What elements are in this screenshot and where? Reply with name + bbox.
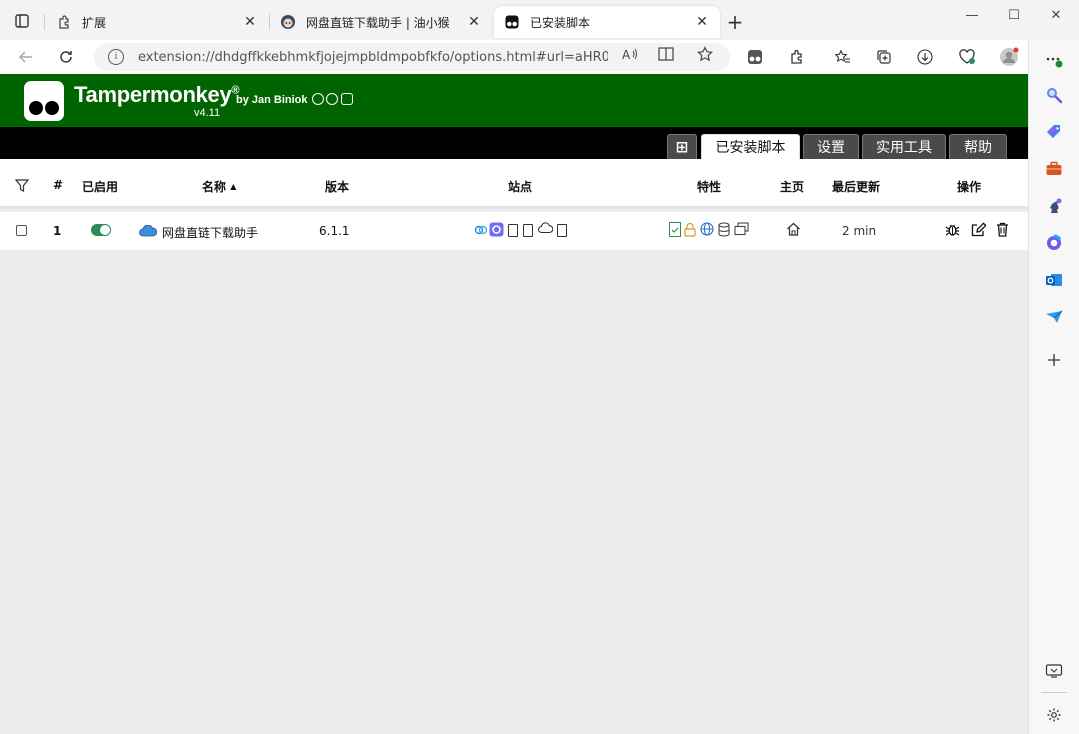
browser-tab-title: 已安装脚本 [530,15,591,30]
shopping-tag-icon[interactable] [1043,121,1065,143]
facebook-icon[interactable] [326,93,338,105]
tools-briefcase-icon[interactable] [1043,158,1065,180]
address-url[interactable]: extension://dhdgffkkebhmkfjojejmpbldmpob… [138,50,608,65]
baidu-pan-site-icon[interactable] [474,222,488,238]
tampermonkey-dashboard: Tampermonkey® by Jan Biniok v4.11 ⊞ 已安装脚… [0,74,1028,734]
column-header-actions: 操作 [957,180,982,194]
browser-essentials-icon[interactable] [955,45,979,69]
delete-trash-icon[interactable] [995,222,1009,238]
tab-installed-scripts[interactable]: 已安装脚本 [701,134,800,159]
immersive-reader-icon[interactable] [657,45,675,63]
instagram-icon[interactable] [341,93,353,105]
close-window-button[interactable]: ✕ [1036,8,1076,30]
grant-lock-feature-icon [683,222,697,238]
tab-actions-icon[interactable] [8,9,36,33]
browser-tab-youxiaohou[interactable]: 网盘直链下载助手 | 油小猴 ✕ [270,6,492,38]
extensions-icon[interactable] [785,45,809,69]
maximize-window-button[interactable]: ☐ [994,8,1034,30]
tab-help[interactable]: 帮助 [949,134,1007,159]
tampermonkey-logo [24,81,64,121]
sidebar-settings-gear-icon[interactable] [1043,704,1065,726]
profile-avatar-icon[interactable] [997,45,1021,69]
script-enabled-toggle[interactable] [91,224,111,236]
aliyun-drive-site-icon[interactable] [489,222,504,238]
outlook-icon[interactable] [1043,269,1065,291]
column-header-sites[interactable]: 站点 [508,178,532,195]
close-tab-icon[interactable]: ✕ [694,14,710,30]
extensions-icon [56,14,72,30]
github-icon[interactable] [312,93,324,105]
web-request-globe-icon [700,222,714,238]
cloud-drive-site-icon[interactable] [538,222,554,238]
close-tab-icon[interactable]: ✕ [466,14,482,30]
column-header-homepage[interactable]: 主页 [780,178,804,195]
site-document-icon[interactable] [523,224,533,237]
favorites-icon[interactable] [831,45,855,69]
svg-text:A: A [622,48,631,61]
games-chess-icon[interactable] [1043,195,1065,217]
browser-tab-extensions[interactable]: 扩展 ✕ [46,6,268,38]
column-header-features[interactable]: 特性 [697,178,721,195]
tab-utilities[interactable]: 实用工具 [862,134,946,159]
more-options-icon[interactable] [1043,50,1065,72]
scripts-table-header: # 已启用 名称 ▲ 版本 站点 特性 主页 最后更新 操作 [0,159,1028,208]
edge-sidebar [1028,40,1079,734]
read-aloud-icon[interactable]: A [621,45,639,63]
tab-settings[interactable]: 设置 [803,134,859,159]
collections-icon[interactable] [872,45,896,69]
browser-tab-strip: 扩展 ✕ 网盘直链下载助手 | 油小猴 ✕ 已安装脚本 ✕ + — ☐ ✕ [0,0,1079,40]
browser-tab-title: 扩展 [82,15,107,30]
search-icon[interactable] [1043,84,1065,106]
favorite-star-icon[interactable] [696,45,714,63]
sort-ascending-icon: ▲ [230,182,237,191]
table-row: 1 网盘直链下载助手 6.1.1 2 min [0,212,1028,250]
tampermonkey-tab-bar: ⊞ 已安装脚本 设置 实用工具 帮助 [0,127,1028,159]
column-header-number: # [53,178,64,192]
refresh-button[interactable] [52,44,80,70]
tab-add-script[interactable]: ⊞ [667,134,697,159]
close-tab-icon[interactable]: ✕ [242,14,258,30]
column-header-enabled[interactable]: 已启用 [82,178,118,195]
column-header-version[interactable]: 版本 [325,178,349,195]
tampermonkey-extension-icon[interactable] [743,45,767,69]
homepage-icon[interactable] [786,222,800,238]
drop-send-icon[interactable] [1043,306,1065,328]
tampermonkey-icon [504,14,520,30]
storage-database-icon [717,222,731,238]
site-document-icon[interactable] [557,224,567,237]
tampermonkey-author: by Jan Biniok [236,94,308,106]
column-header-name[interactable]: 名称 ▲ [202,178,236,195]
add-sidebar-app-icon[interactable] [1043,349,1065,371]
tampermonkey-header: Tampermonkey® by Jan Biniok v4.11 [0,74,1028,127]
column-header-last-updated[interactable]: 最后更新 [832,178,880,195]
downloads-icon[interactable] [913,45,937,69]
script-cloud-icon [139,224,158,240]
update-url-feature-icon [668,222,682,238]
edit-script-icon[interactable] [971,222,987,238]
minimize-window-button[interactable]: — [952,8,992,30]
sidebar-divider [1041,692,1067,693]
script-index: 1 [53,224,62,238]
browser-tab-title: 网盘直链下载助手 | 油小猴 [306,15,450,30]
browser-tab-installed-scripts[interactable]: 已安装脚本 ✕ [494,6,720,38]
script-name-link[interactable]: 网盘直链下载助手 [162,224,266,241]
tab-separator [44,14,45,30]
back-button[interactable] [12,44,40,70]
header-divider [0,206,1028,209]
screenshot-capture-icon[interactable] [1043,660,1065,682]
debug-bug-icon[interactable] [945,222,960,238]
tabs-windows-icon [734,222,749,238]
script-last-updated: 2 min [842,224,877,238]
site-document-icon[interactable] [508,224,518,237]
new-tab-button[interactable]: + [724,12,746,34]
tampermonkey-version: v4.11 [194,107,221,119]
script-version: 6.1.1 [319,224,350,238]
site-info-icon[interactable]: i [108,49,124,65]
browser-toolbar: i extension://dhdgffkkebhmkfjojejmpbldmp… [0,40,1079,74]
tampermonkey-title: Tampermonkey® [74,82,240,107]
script-select-checkbox[interactable] [16,225,27,236]
filter-icon[interactable] [14,179,30,195]
microsoft-365-icon[interactable] [1043,232,1065,254]
site-avatar-icon [280,14,296,30]
